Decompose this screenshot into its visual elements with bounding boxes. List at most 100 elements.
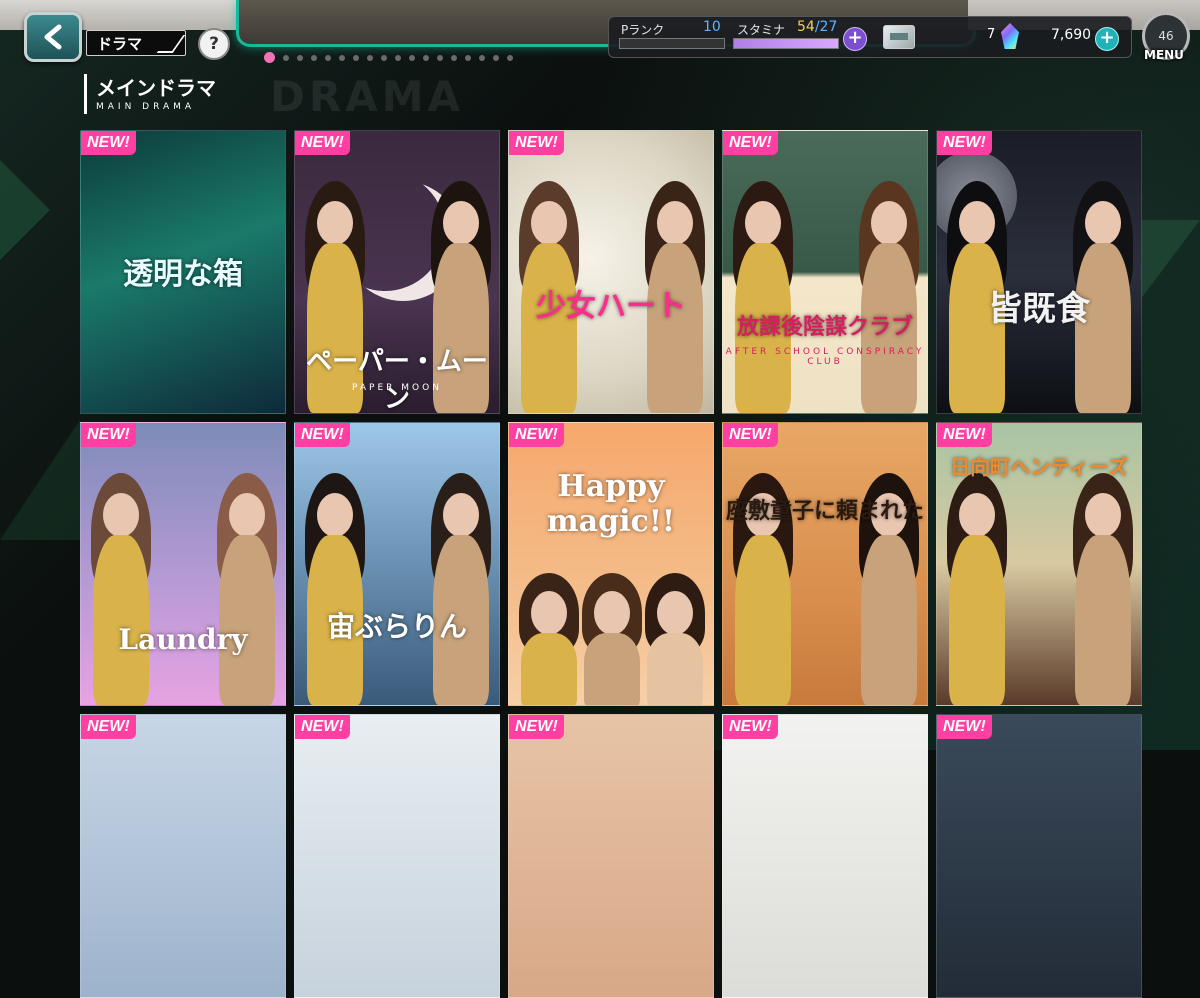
person-face <box>317 493 353 537</box>
drama-title: 少女ハート <box>536 289 686 324</box>
tab-drama-label: ドラマ <box>97 35 143 53</box>
new-badge: NEW! <box>295 423 350 447</box>
person-body <box>521 633 577 705</box>
person-face <box>443 493 479 537</box>
drama-card[interactable]: NEW! 宙ぶらりん <box>294 422 500 706</box>
drama-card[interactable]: NEW! Happy magic!! <box>508 422 714 706</box>
drama-card[interactable]: NEW! <box>508 714 714 998</box>
new-badge: NEW! <box>723 131 778 155</box>
person-face <box>959 493 995 537</box>
person-face <box>657 591 693 635</box>
page-dot[interactable] <box>311 54 317 61</box>
drama-title: ペーパー・ムーン <box>306 347 488 414</box>
drama-title: 透明な箱 <box>123 257 243 292</box>
stamina-progress-fill <box>734 39 838 48</box>
tab-drama[interactable]: ドラマ <box>86 30 186 56</box>
drama-card[interactable]: NEW! <box>80 714 286 998</box>
page-dot[interactable] <box>283 54 289 61</box>
menu-button[interactable]: 46 MENU <box>1142 12 1190 66</box>
drama-card[interactable]: NEW! 座敷童子に頼まれた <box>722 422 928 706</box>
person-face <box>1085 201 1121 245</box>
gem-icon <box>1001 23 1019 49</box>
background-watermark: DRAMA <box>270 72 465 121</box>
drama-card[interactable]: NEW! 日向町ヘンティーズ <box>936 422 1142 706</box>
drama-title: 放課後陰謀クラブ <box>736 314 913 340</box>
drama-card[interactable]: NEW! 透明な箱 <box>80 130 286 414</box>
coin-count: 7,690 <box>1051 27 1092 43</box>
page-dot[interactable] <box>395 54 401 61</box>
person-face <box>594 591 630 635</box>
ticket-icon[interactable] <box>883 25 915 49</box>
stamina-value: 54/27 <box>797 19 837 35</box>
page-dot[interactable] <box>465 54 471 61</box>
new-badge: NEW! <box>723 715 778 739</box>
page-dot[interactable] <box>493 54 499 61</box>
drama-card[interactable]: NEW! 皆既食 <box>936 130 1142 414</box>
person-face <box>959 201 995 245</box>
heading-bar <box>84 74 87 114</box>
person-body <box>521 243 577 413</box>
person-body <box>647 633 703 705</box>
page-dot[interactable] <box>325 54 331 61</box>
new-badge: NEW! <box>937 423 992 447</box>
person-face <box>657 201 693 245</box>
section-title: メインドラマ <box>96 76 216 100</box>
new-badge: NEW! <box>81 715 136 739</box>
new-badge: NEW! <box>509 423 564 447</box>
new-badge: NEW! <box>509 131 564 155</box>
help-button[interactable]: ? <box>198 28 230 60</box>
bg-triangle <box>0 150 50 270</box>
page-dot[interactable] <box>451 54 457 61</box>
back-button[interactable] <box>24 12 82 62</box>
page-dot[interactable] <box>339 54 345 61</box>
person-body <box>219 535 275 705</box>
drama-card[interactable]: NEW! <box>294 714 500 998</box>
drama-card[interactable]: NEW! <box>936 714 1142 998</box>
person-body <box>1075 535 1131 705</box>
person-face <box>745 201 781 245</box>
page-dot[interactable] <box>297 54 303 61</box>
page-dot[interactable] <box>264 52 275 63</box>
person-face <box>229 493 265 537</box>
drama-card[interactable]: NEW! ペーパー・ムーン PAPER MOON <box>294 130 500 414</box>
stamina-progress-bar <box>733 38 839 49</box>
add-currency-button[interactable]: + <box>1095 27 1119 51</box>
drama-title: 日向町ヘンティーズ <box>950 455 1128 479</box>
page-dot[interactable] <box>409 54 415 61</box>
drama-card[interactable]: NEW! <box>722 714 928 998</box>
bg-triangle <box>1140 220 1200 300</box>
stamina-max: 27 <box>819 19 838 35</box>
new-badge: NEW! <box>937 131 992 155</box>
section-subtitle: MAIN DRAMA <box>96 102 196 112</box>
person-face <box>871 201 907 245</box>
page-dot[interactable] <box>381 54 387 61</box>
new-badge: NEW! <box>81 423 136 447</box>
page-dot[interactable] <box>479 54 485 61</box>
drama-card[interactable]: NEW! 放課後陰謀クラブ AFTER SCHOOL CONSPIRACY CLUB <box>722 130 928 414</box>
new-badge: NEW! <box>509 715 564 739</box>
chevron-left-icon <box>44 24 62 50</box>
person-face <box>531 591 567 635</box>
page-dot[interactable] <box>353 54 359 61</box>
page-dot[interactable] <box>367 54 373 61</box>
stamina-current: 54 <box>797 19 815 35</box>
page-dot[interactable] <box>437 54 443 61</box>
person-body <box>93 535 149 705</box>
page-dot[interactable] <box>423 54 429 61</box>
person-face <box>1085 493 1121 537</box>
new-badge: NEW! <box>723 423 778 447</box>
drama-title: 座敷童子に頼まれた <box>725 498 924 524</box>
add-stamina-button[interactable]: + <box>843 27 867 51</box>
stamina-label: スタミナ <box>737 23 786 37</box>
page-dot[interactable] <box>507 54 513 61</box>
new-badge: NEW! <box>937 715 992 739</box>
drama-title: Happy magic!! <box>546 469 676 539</box>
drama-subtitle: PAPER MOON <box>352 383 442 393</box>
menu-label: MENU <box>1144 48 1184 62</box>
person-face <box>317 201 353 245</box>
new-badge: NEW! <box>295 131 350 155</box>
rank-progress-bar <box>619 38 725 49</box>
drama-card[interactable]: NEW! 少女ハート <box>508 130 714 414</box>
tab-corner-icon <box>156 35 186 53</box>
drama-card[interactable]: NEW! Laundry <box>80 422 286 706</box>
